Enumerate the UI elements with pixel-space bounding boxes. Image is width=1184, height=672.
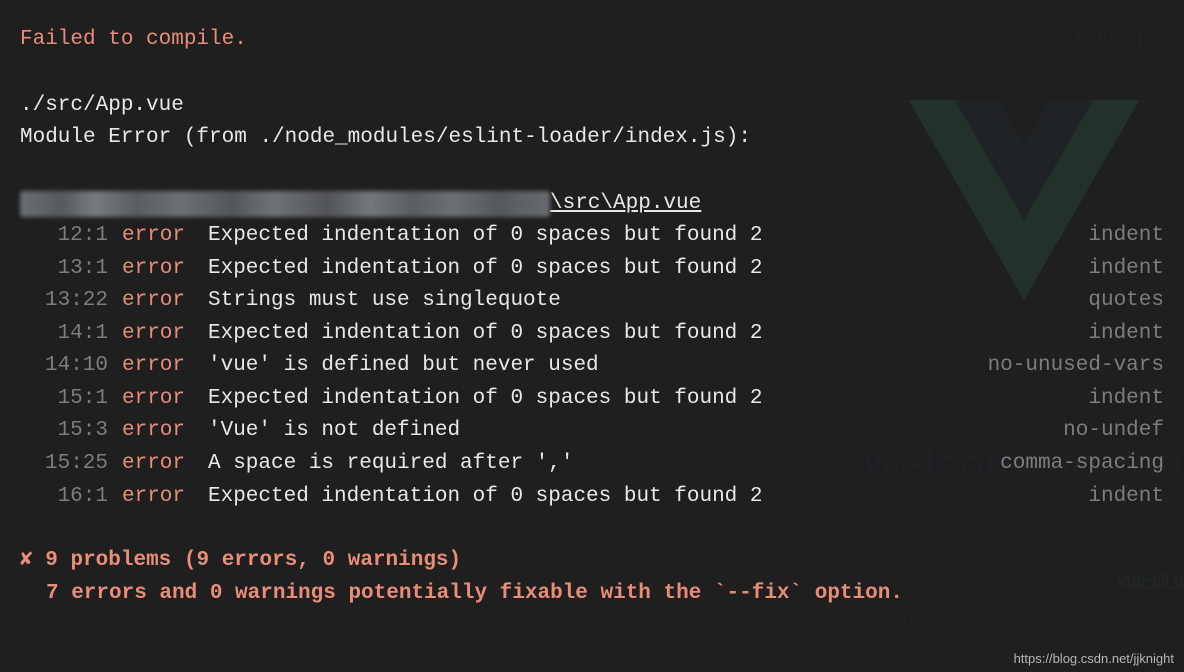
eslint-rule: no-undef bbox=[1045, 415, 1164, 448]
error-file-path: ./src/App.vue bbox=[20, 90, 1164, 123]
eslint-rule: indent bbox=[1070, 220, 1164, 253]
watermark-text: https://blog.csdn.net/jjknight bbox=[1014, 651, 1174, 666]
error-severity: error bbox=[108, 415, 200, 448]
error-location: 16:1 bbox=[20, 481, 108, 514]
eslint-rule: indent bbox=[1070, 481, 1164, 514]
redacted-path bbox=[20, 191, 550, 217]
error-message: Expected indentation of 0 spaces but fou… bbox=[200, 253, 1070, 286]
error-severity: error bbox=[108, 350, 200, 383]
error-message: Expected indentation of 0 spaces but fou… bbox=[200, 220, 1070, 253]
source-path-line: \src\App.vue bbox=[20, 188, 1164, 221]
eslint-error-row: 15:3error'Vue' is not definedno-undef bbox=[20, 415, 1164, 448]
eslint-error-row: 12:1errorExpected indentation of 0 space… bbox=[20, 220, 1164, 253]
error-message: Expected indentation of 0 spaces but fou… bbox=[200, 481, 1070, 514]
compile-error-title: Failed to compile. bbox=[20, 24, 1164, 57]
eslint-rule: indent bbox=[1070, 253, 1164, 286]
error-message: Expected indentation of 0 spaces but fou… bbox=[200, 318, 1070, 351]
error-severity: error bbox=[108, 481, 200, 514]
error-message: 'Vue' is not defined bbox=[200, 415, 1045, 448]
problems-summary: ✘ 9 problems (9 errors, 0 warnings) bbox=[20, 545, 1164, 578]
fixable-summary: 7 errors and 0 warnings potentially fixa… bbox=[20, 578, 1164, 611]
error-severity: error bbox=[108, 448, 200, 481]
eslint-error-row: 13:1errorExpected indentation of 0 space… bbox=[20, 253, 1164, 286]
error-severity: error bbox=[108, 253, 200, 286]
error-location: 14:1 bbox=[20, 318, 108, 351]
error-location: 14:10 bbox=[20, 350, 108, 383]
eslint-rule: comma-spacing bbox=[982, 448, 1164, 481]
error-overlay: Failed to compile. ./src/App.vue Module … bbox=[0, 0, 1184, 672]
error-message: Strings must use singlequote bbox=[200, 285, 1070, 318]
module-error-line: Module Error (from ./node_modules/eslint… bbox=[20, 122, 1164, 155]
error-severity: error bbox=[108, 285, 200, 318]
error-location: 12:1 bbox=[20, 220, 108, 253]
eslint-rule: indent bbox=[1070, 318, 1164, 351]
eslint-error-row: 13:22errorStrings must use singlequotequ… bbox=[20, 285, 1164, 318]
error-message: A space is required after ',' bbox=[200, 448, 982, 481]
error-message: Expected indentation of 0 spaces but fou… bbox=[200, 383, 1070, 416]
eslint-error-list: 12:1errorExpected indentation of 0 space… bbox=[20, 220, 1164, 513]
error-location: 13:22 bbox=[20, 285, 108, 318]
error-message: 'vue' is defined but never used bbox=[200, 350, 970, 383]
eslint-rule: indent bbox=[1070, 383, 1164, 416]
eslint-error-row: 15:25errorA space is required after ','c… bbox=[20, 448, 1164, 481]
error-location: 15:1 bbox=[20, 383, 108, 416]
eslint-rule: no-unused-vars bbox=[970, 350, 1164, 383]
error-severity: error bbox=[108, 318, 200, 351]
eslint-error-row: 16:1errorExpected indentation of 0 space… bbox=[20, 481, 1164, 514]
eslint-error-row: 14:10error'vue' is defined but never use… bbox=[20, 350, 1164, 383]
error-x-icon: ✘ bbox=[20, 549, 33, 572]
error-location: 13:1 bbox=[20, 253, 108, 286]
eslint-error-row: 14:1errorExpected indentation of 0 space… bbox=[20, 318, 1164, 351]
error-severity: error bbox=[108, 383, 200, 416]
source-path-suffix: \src\App.vue bbox=[550, 188, 701, 221]
error-severity: error bbox=[108, 220, 200, 253]
problems-count: 9 problems (9 errors, 0 warnings) bbox=[45, 549, 461, 572]
eslint-rule: quotes bbox=[1070, 285, 1164, 318]
error-location: 15:25 bbox=[20, 448, 108, 481]
eslint-error-row: 15:1errorExpected indentation of 0 space… bbox=[20, 383, 1164, 416]
error-location: 15:3 bbox=[20, 415, 108, 448]
